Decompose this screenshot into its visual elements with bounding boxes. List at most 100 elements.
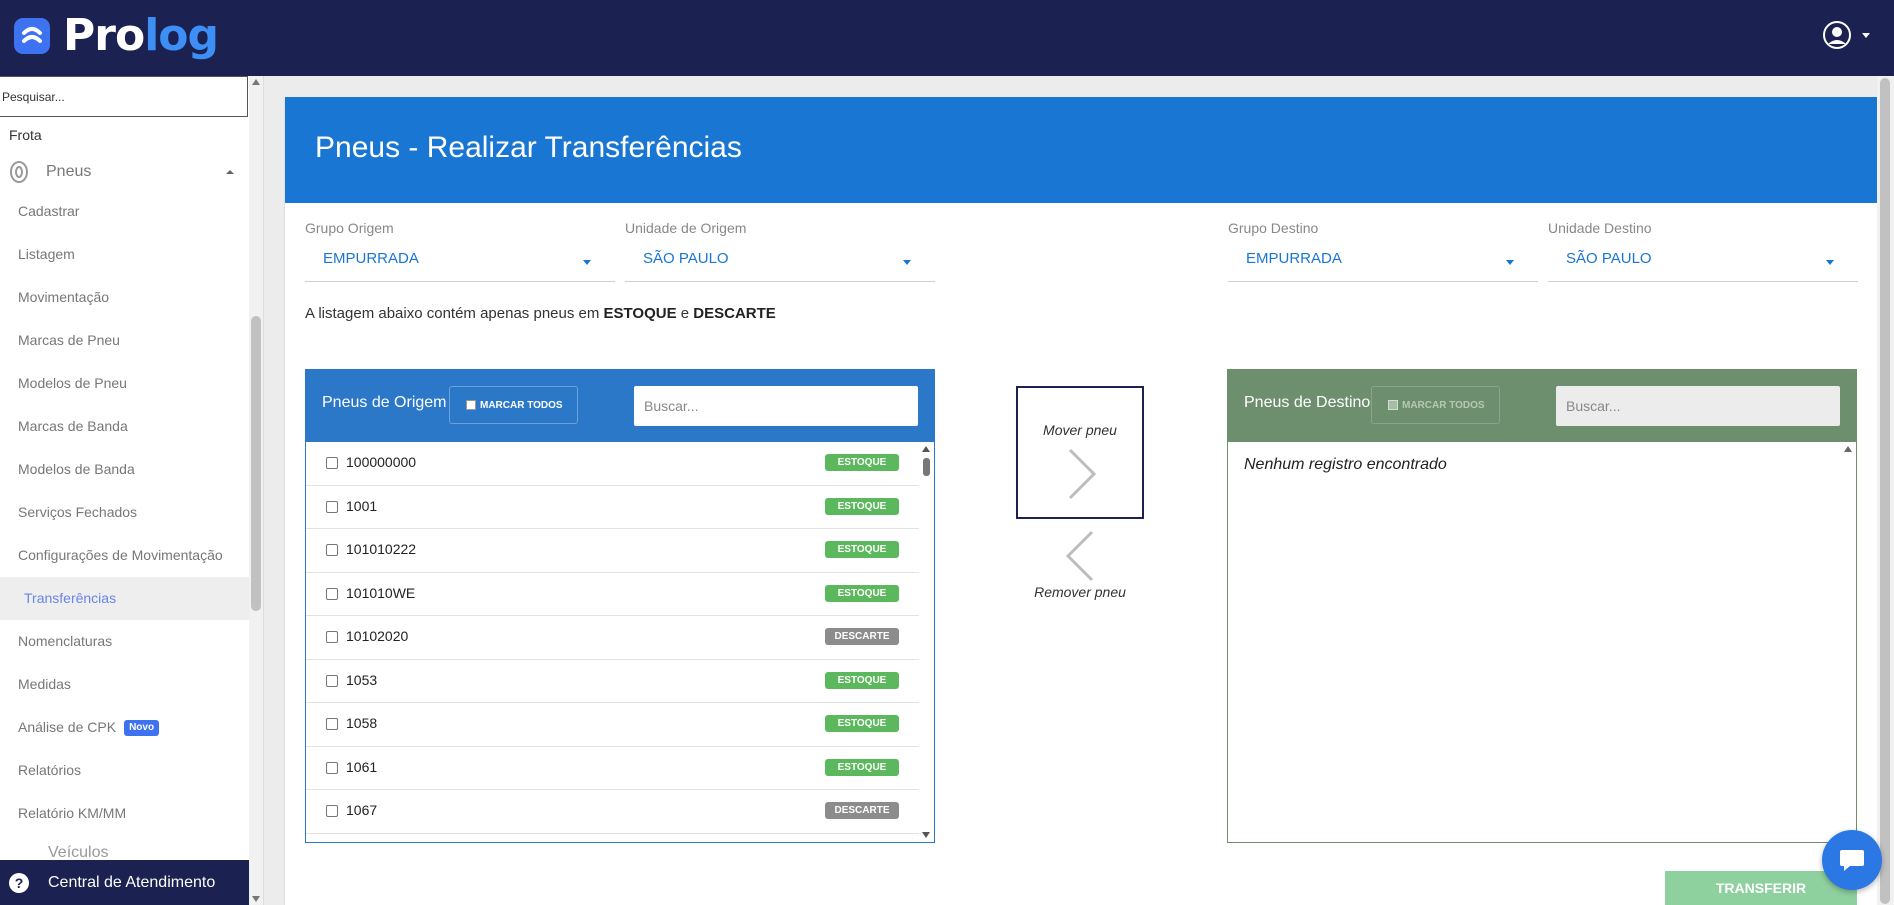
- status-badge: ESTOQUE: [825, 497, 899, 515]
- tire-row[interactable]: 1061 ESTOQUE: [306, 747, 919, 790]
- help-icon: ?: [9, 872, 29, 893]
- field-label: Unidade Destino: [1548, 220, 1652, 236]
- scroll-down-icon[interactable]: [252, 896, 260, 902]
- dest-tires-panel: Pneus de Destino MARCAR TODOS Nenhum reg…: [1227, 369, 1857, 843]
- origin-list-scrollbar[interactable]: [919, 442, 934, 842]
- scroll-up-icon[interactable]: [922, 446, 930, 452]
- tire-checkbox[interactable]: [326, 761, 338, 774]
- dest-unit-select[interactable]: Unidade Destino SÃO PAULO: [1548, 220, 1858, 290]
- sidebar-scroll-thumb[interactable]: [251, 316, 261, 611]
- mark-all-button[interactable]: MARCAR TODOS: [449, 386, 578, 424]
- status-badge: ESTOQUE: [825, 454, 899, 471]
- tire-row[interactable]: 101010222 ESTOQUE: [306, 529, 919, 573]
- chevron-up-icon: [226, 170, 234, 174]
- panel-title: Pneus de Destino: [1244, 394, 1371, 411]
- field-label: Unidade de Origem: [625, 220, 747, 236]
- page-title: Pneus - Realizar Transferências: [315, 131, 742, 164]
- new-badge: Novo: [124, 720, 160, 737]
- tire-code: 1001: [346, 497, 378, 514]
- sidebar-scrollbar[interactable]: [249, 76, 263, 905]
- main-scroll-thumb[interactable]: [1880, 78, 1890, 904]
- scroll-down-icon[interactable]: [922, 832, 930, 838]
- tire-checkbox[interactable]: [326, 805, 338, 817]
- dest-list-scrollbar[interactable]: [1841, 442, 1856, 842]
- tire-row[interactable]: 100000000 ESTOQUE: [306, 442, 919, 486]
- sidebar-item-marcas-de-pneu[interactable]: Marcas de Pneu: [0, 319, 249, 362]
- sidebar-item-analise-cpk[interactable]: Análise de CPK Novo: [0, 706, 249, 749]
- tire-checkbox[interactable]: [326, 457, 338, 469]
- user-menu[interactable]: [1822, 20, 1870, 50]
- tire-row[interactable]: 1053 ESTOQUE: [306, 660, 919, 703]
- dest-group-select[interactable]: Grupo Destino EMPURRADA: [1228, 220, 1538, 290]
- checkbox-icon: [1388, 400, 1398, 410]
- panel-header: Pneus de Origem MARCAR TODOS: [306, 370, 934, 442]
- sidebar-search-input[interactable]: [0, 76, 248, 117]
- empty-state-message: Nenhum registro encontrado: [1244, 456, 1447, 473]
- help-center-label: Central de Atendimento: [48, 873, 216, 891]
- sidebar-group-pneus[interactable]: Pneus: [8, 159, 242, 185]
- tire-checkbox[interactable]: [326, 674, 338, 687]
- move-tire-button[interactable]: Mover pneu: [1016, 386, 1144, 519]
- tire-checkbox[interactable]: [326, 587, 338, 600]
- sidebar-item-modelos-de-banda[interactable]: Modelos de Banda: [0, 448, 249, 491]
- scroll-up-icon[interactable]: [1844, 446, 1852, 452]
- chevron-down-icon: [1862, 32, 1870, 38]
- sidebar-item-nomenclaturas[interactable]: Nomenclaturas: [0, 620, 249, 663]
- tire-row[interactable]: 101010WE ESTOQUE: [306, 573, 919, 616]
- tire-checkbox[interactable]: [326, 544, 338, 556]
- field-label: Grupo Origem: [305, 220, 394, 236]
- help-center-button[interactable]: ? Central de Atendimento: [0, 860, 250, 905]
- tire-icon: [10, 161, 28, 183]
- sidebar-item-transferencias[interactable]: Transferências: [0, 577, 249, 620]
- origin-search-input[interactable]: [634, 386, 918, 426]
- sidebar-item-relatorios[interactable]: Relatórios: [0, 749, 249, 792]
- field-label: Grupo Destino: [1228, 220, 1319, 236]
- origin-tire-list: 100000000 ESTOQUE 1001 ESTOQUE 101010222 ES…: [306, 442, 919, 834]
- field-value[interactable]: SÃO PAULO: [625, 248, 935, 282]
- sidebar-item-movimentacao[interactable]: Movimentação: [0, 276, 249, 319]
- origin-unit-select[interactable]: Unidade de Origem SÃO PAULO: [625, 220, 935, 290]
- app-logo[interactable]: Prolog: [14, 14, 219, 58]
- main-scrollbar[interactable]: [1877, 76, 1894, 905]
- tire-checkbox[interactable]: [326, 718, 338, 730]
- sidebar-item-modelos-de-pneu[interactable]: Modelos de Pneu: [0, 362, 249, 405]
- tire-code: 1067: [346, 802, 378, 818]
- status-badge: ESTOQUE: [825, 541, 899, 558]
- sidebar-item-cadastrar[interactable]: Cadastrar: [0, 190, 249, 233]
- origin-group-select[interactable]: Grupo Origem EMPURRADA: [305, 220, 615, 290]
- sidebar-item-listagem[interactable]: Listagem: [0, 233, 249, 276]
- tire-checkbox[interactable]: [326, 500, 338, 513]
- sidebar-item-medidas[interactable]: Medidas: [0, 663, 249, 706]
- chat-button[interactable]: [1822, 830, 1882, 890]
- sidebar-item-configuracoes-movimentacao[interactable]: Configurações de Movimentação: [0, 534, 249, 577]
- tire-row[interactable]: 1067 DESCARTE: [306, 790, 919, 834]
- origin-list-scroll-thumb[interactable]: [923, 458, 930, 476]
- field-value[interactable]: EMPURRADA: [1228, 248, 1538, 282]
- card-header: Pneus - Realizar Transferências: [285, 97, 1878, 203]
- tire-checkbox[interactable]: [326, 631, 338, 643]
- field-value[interactable]: EMPURRADA: [305, 248, 615, 282]
- origin-tires-panel: Pneus de Origem MARCAR TODOS 100000000 ES…: [305, 369, 935, 843]
- status-badge: DESCARTE: [825, 628, 899, 645]
- sidebar-item-marcas-de-banda[interactable]: Marcas de Banda: [0, 405, 249, 448]
- tire-code: 101010WE: [346, 584, 416, 601]
- tire-code: 1053: [346, 671, 378, 688]
- remove-tire-button[interactable]: Remover pneu: [1016, 530, 1144, 610]
- panel-header: Pneus de Destino MARCAR TODOS: [1228, 370, 1856, 442]
- sidebar-section-title: Frota: [9, 127, 42, 143]
- tire-code: 10102020: [346, 628, 409, 644]
- chat-bubble-icon: [1840, 850, 1864, 871]
- tire-row[interactable]: 10102020 DESCARTE: [306, 616, 919, 660]
- tire-row[interactable]: 1001 ESTOQUE: [306, 486, 919, 529]
- sidebar-item-servicos-fechados[interactable]: Serviços Fechados: [0, 491, 249, 534]
- mark-all-button[interactable]: MARCAR TODOS: [1371, 386, 1500, 424]
- scroll-up-icon[interactable]: [252, 79, 260, 85]
- field-value[interactable]: SÃO PAULO: [1548, 248, 1858, 282]
- dest-search-input[interactable]: [1556, 386, 1840, 426]
- sidebar-item-relatorio-km-mm[interactable]: Relatório KM/MM: [0, 792, 249, 835]
- sidebar-menu: Cadastrar Listagem Movimentação Marcas d…: [0, 190, 249, 835]
- transfer-card: Pneus - Realizar Transferências Grupo Or…: [285, 97, 1878, 905]
- tire-code: 1058: [346, 715, 378, 731]
- sidebar-group-label: Pneus: [46, 163, 92, 180]
- tire-row[interactable]: 1058 ESTOQUE: [306, 703, 919, 747]
